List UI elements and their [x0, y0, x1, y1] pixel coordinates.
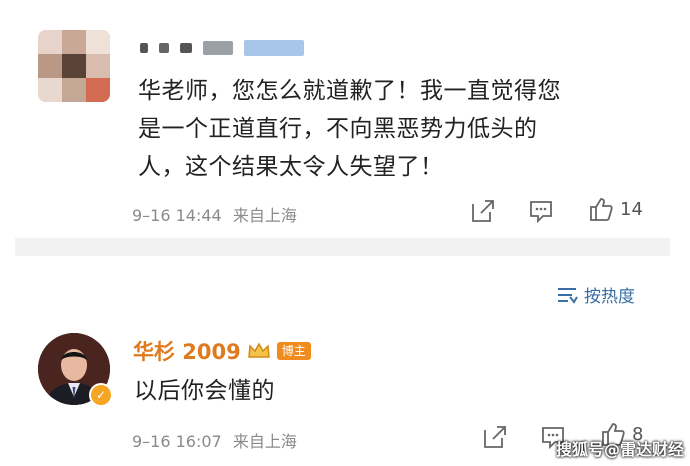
comment-meta: 9–16 14:44 来自上海	[132, 202, 297, 226]
share-icon	[484, 426, 506, 448]
like-count: 14	[620, 198, 643, 220]
comment-text: 以后你会懂的	[134, 378, 275, 404]
username-obscured[interactable]	[140, 37, 310, 56]
share-button[interactable]	[470, 198, 496, 228]
comment-icon	[530, 201, 552, 224]
comment-text: 华老师，您怎么就道歉了！我一直觉得您 是一个正道直行，不向黑恶势力低头的 人，这…	[138, 72, 658, 186]
location: 来自上海	[232, 206, 297, 225]
sort-icon	[558, 287, 578, 304]
comment-line: 华老师，您怎么就道歉了！我一直觉得您	[138, 78, 561, 104]
share-button[interactable]	[482, 424, 508, 454]
comment-meta: 9–16 16:07 来自上海	[132, 428, 297, 452]
location: 来自上海	[232, 432, 297, 451]
comment-line: 是一个正道直行，不向黑恶势力低头的	[138, 116, 538, 142]
sort-by-hot-button[interactable]: 按热度	[556, 282, 635, 307]
timestamp: 9–16 16:07	[132, 432, 222, 451]
timestamp: 9–16 14:44	[132, 206, 222, 225]
like-button[interactable]: 14	[588, 196, 643, 222]
section-divider	[15, 238, 670, 256]
comment-header: 华杉 2009 博主	[133, 336, 311, 366]
share-icon	[472, 200, 494, 222]
sort-label: 按热度	[584, 287, 635, 307]
username[interactable]: 华杉 2009	[133, 336, 241, 366]
blogger-badge: 博主	[276, 342, 311, 360]
crown-icon	[247, 342, 270, 358]
comment-line: 人，这个结果太令人失望了！	[138, 154, 444, 180]
like-icon	[590, 198, 613, 221]
verified-icon: ✓	[89, 383, 113, 407]
comment-button[interactable]	[528, 198, 554, 228]
avatar[interactable]	[38, 30, 110, 102]
watermark: 搜狐号@雷达财经	[555, 440, 684, 459]
